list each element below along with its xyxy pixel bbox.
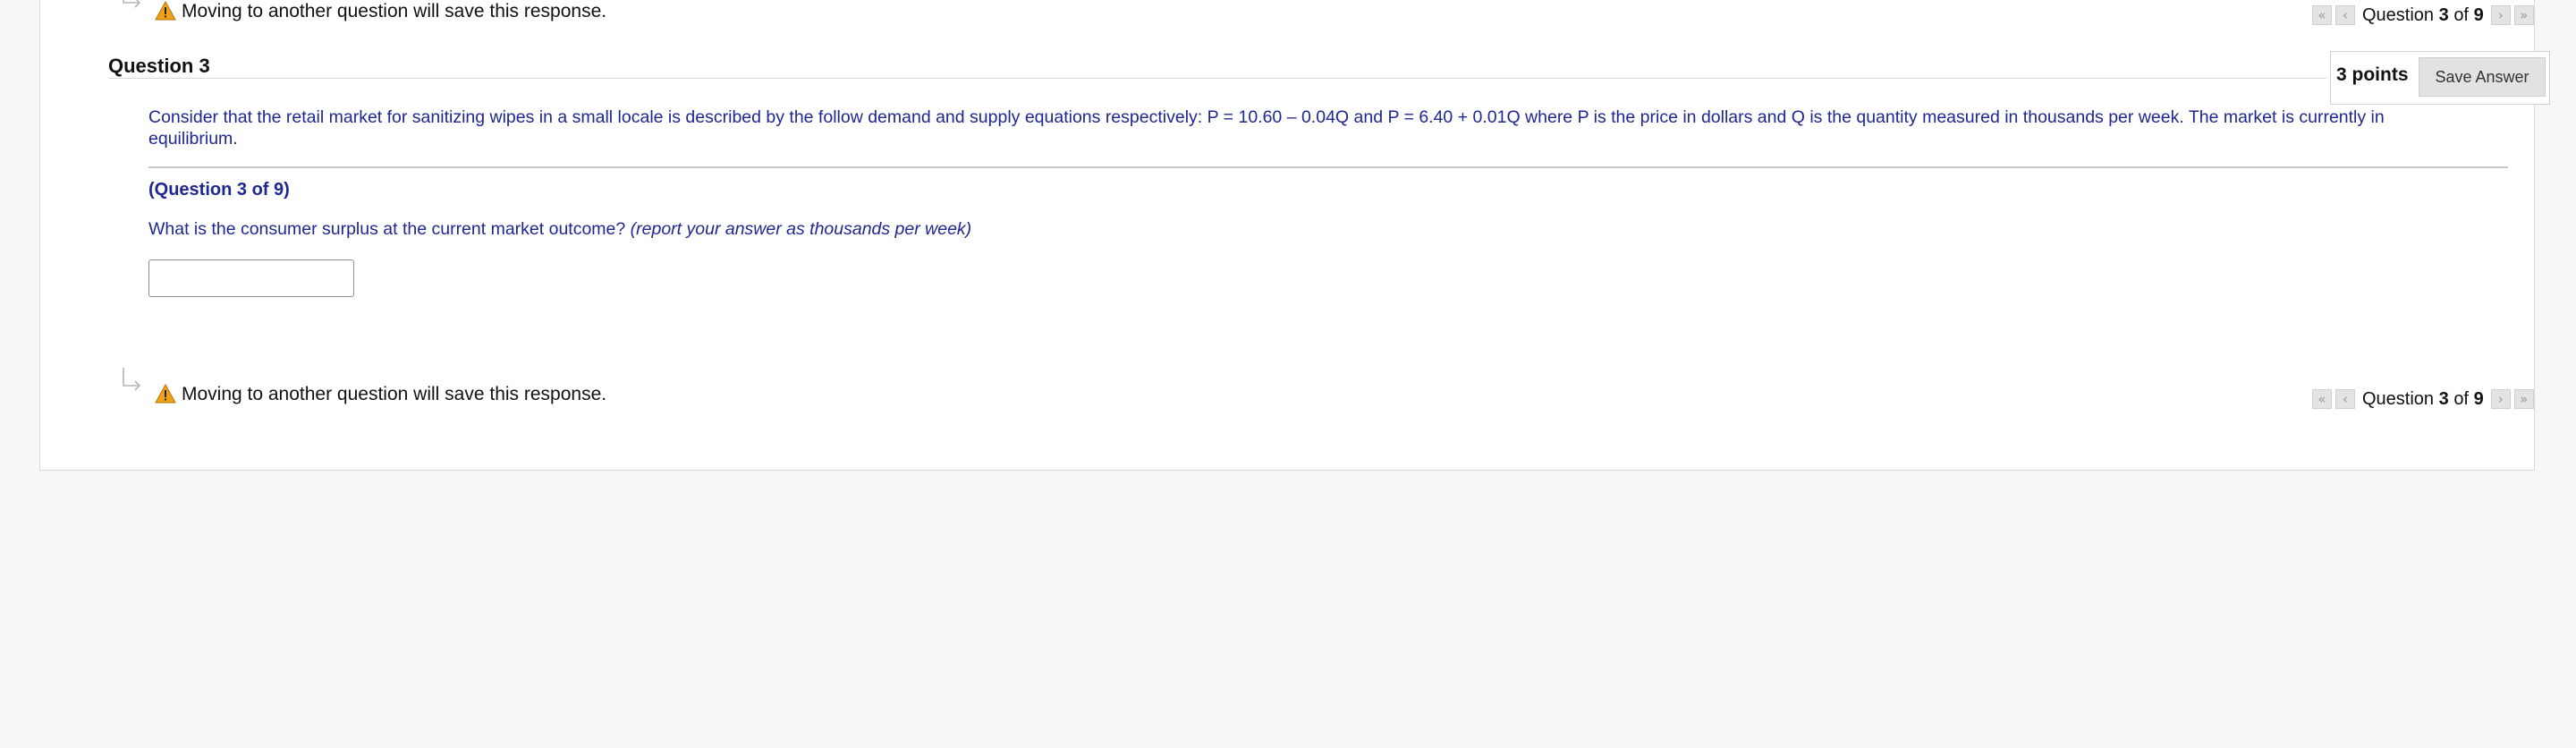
chevron-right-icon[interactable]: › [2490,389,2511,409]
question-prompt: What is the consumer surplus at the curr… [148,219,971,240]
question-sub-label: (Question 3 of 9) [148,180,290,200]
question-counter-prefix: Question [2362,4,2435,25]
warning-icon [155,384,176,404]
points-label: 3 points [2336,64,2409,85]
points-box: 3 points Save Answer [2330,51,2550,105]
question-counter: Question 3 of 9 [2362,5,2484,26]
question-panel: Moving to another question will save thi… [39,0,2550,471]
question-counter-prefix: Question [2362,388,2435,409]
save-notice-text: Moving to another question will save thi… [182,384,607,404]
stem-divider [148,166,2508,168]
save-answer-button[interactable]: Save Answer [2419,57,2546,97]
question-counter-of: of [2453,4,2469,25]
answer-input[interactable] [148,259,354,297]
chevron-right-icon[interactable]: › [2490,5,2511,25]
question-counter-total: 9 [2473,388,2484,409]
warning-icon [155,1,176,21]
chevron-left-icon[interactable]: ‹ [2335,389,2355,409]
question-nav-bottom: « ‹ Question 3 of 9 › » [2312,387,2534,411]
double-chevron-left-icon[interactable]: « [2312,5,2332,25]
question-counter-total: 9 [2473,4,2484,25]
question-counter-of: of [2453,388,2469,409]
question-prompt-hint: (report your answer as thousands per wee… [630,219,972,239]
double-chevron-left-icon[interactable]: « [2312,389,2332,409]
save-notice-text: Moving to another question will save thi… [182,1,607,21]
question-prompt-text: What is the consumer surplus at the curr… [148,219,626,239]
double-chevron-right-icon[interactable]: » [2513,389,2534,409]
double-chevron-right-icon[interactable]: » [2513,5,2534,25]
question-title: Question 3 [108,55,210,77]
question-counter: Question 3 of 9 [2362,389,2484,410]
return-arrow-icon [123,0,141,8]
chevron-left-icon[interactable]: ‹ [2335,5,2355,25]
return-arrow-icon [123,368,141,391]
question-nav-top: « ‹ Question 3 of 9 › » [2312,4,2534,27]
question-counter-current: 3 [2438,4,2449,25]
question-counter-current: 3 [2438,388,2449,409]
title-divider [108,78,2326,79]
question-stem: Consider that the retail market for sani… [148,107,2385,149]
